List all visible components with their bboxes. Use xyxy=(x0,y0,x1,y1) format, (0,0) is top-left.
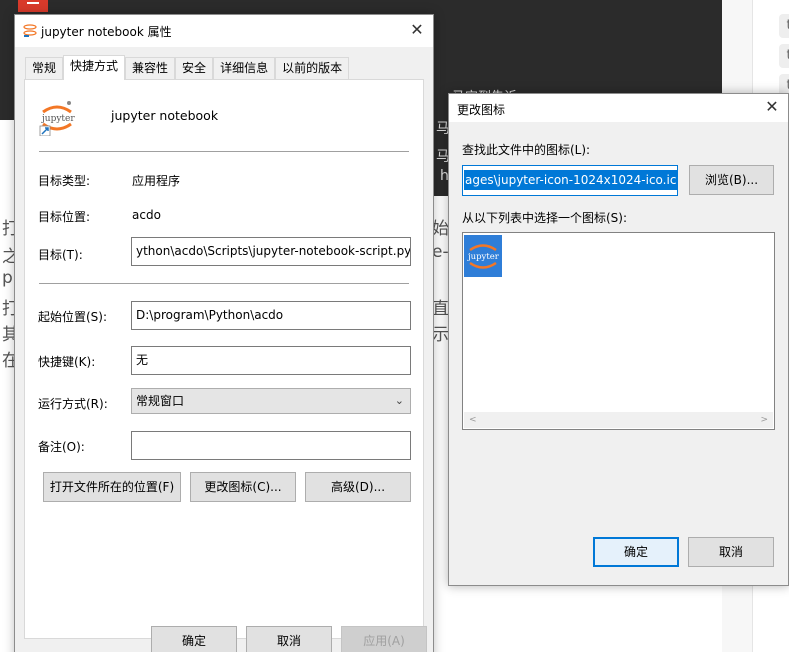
ok-button[interactable]: 确定 xyxy=(593,537,679,567)
jupyter-app-icon xyxy=(23,24,37,37)
cancel-button[interactable]: 取消 xyxy=(246,626,332,652)
horizontal-scrollbar[interactable]: < > xyxy=(464,412,773,428)
article-fragment: e- xyxy=(432,242,449,262)
shortcut-panel: jupyter jupyter notebook 目标类型: 应用程序 目标位置… xyxy=(24,79,424,639)
icon-file-value: ages\jupyter-icon-1024x1024-ico.ico xyxy=(464,170,677,190)
jupyter-icon-thumbnail[interactable]: jupyter xyxy=(464,235,502,277)
target-label: 目标(T): xyxy=(38,248,83,262)
tab-shortcut[interactable]: 快捷方式 xyxy=(63,55,126,80)
scroll-left-icon[interactable]: < xyxy=(469,412,477,428)
svg-text:jupyter: jupyter xyxy=(41,114,75,124)
properties-titlebar[interactable]: jupyter notebook 属性 ✕ xyxy=(15,15,433,47)
apply-button[interactable]: 应用(A) xyxy=(341,626,427,652)
icon-list[interactable]: jupyter < > xyxy=(462,232,775,430)
change-icon-titlebar[interactable]: 更改图标 ✕ xyxy=(449,94,788,122)
close-icon[interactable]: ✕ xyxy=(756,94,788,122)
change-icon-button[interactable]: 更改图标(C)... xyxy=(190,472,296,502)
target-type-label: 目标类型: xyxy=(38,174,91,188)
app-name: jupyter notebook xyxy=(111,108,219,123)
start-in-input[interactable]: D:\program\Python\acdo xyxy=(131,301,411,330)
icon-file-input[interactable]: ages\jupyter-icon-1024x1024-ico.ico xyxy=(462,165,678,196)
target-location-label: 目标位置: xyxy=(38,210,91,224)
divider xyxy=(39,151,409,152)
side-chip[interactable]: t xyxy=(779,44,789,68)
advanced-button[interactable]: 高级(D)... xyxy=(305,472,411,502)
change-icon-title: 更改图标 xyxy=(457,103,506,117)
properties-title: jupyter notebook 属性 xyxy=(41,25,172,39)
tab-security[interactable]: 安全 xyxy=(175,57,214,79)
side-chip[interactable]: t xyxy=(779,14,789,38)
close-icon[interactable]: ✕ xyxy=(401,15,433,47)
article-fragment: 始 xyxy=(432,219,449,239)
properties-dialog: jupyter notebook 属性 ✕ 常规 快捷方式 兼容性 安全 详细信… xyxy=(14,14,434,652)
cancel-button[interactable]: 取消 xyxy=(688,537,774,567)
back-button[interactable] xyxy=(18,0,48,12)
tab-previous-versions[interactable]: 以前的版本 xyxy=(275,57,350,79)
target-input[interactable]: ython\acdo\Scripts\jupyter-notebook-scri… xyxy=(131,237,411,266)
icon-list-label: 从以下列表中选择一个图标(S): xyxy=(462,211,628,225)
find-icon-label: 查找此文件中的图标(L): xyxy=(462,143,591,157)
jupyter-logo-icon: jupyter xyxy=(39,101,75,136)
run-select-value: 常规窗口 xyxy=(136,394,185,408)
target-type-value: 应用程序 xyxy=(132,174,181,188)
open-file-location-button[interactable]: 打开文件所在的位置(F) xyxy=(43,472,181,502)
tab-compatibility[interactable]: 兼容性 xyxy=(125,57,176,79)
scroll-right-icon[interactable]: > xyxy=(760,412,768,428)
ok-button[interactable]: 确定 xyxy=(151,626,237,652)
icon-caption: jupyter xyxy=(467,252,499,262)
run-label: 运行方式(R): xyxy=(38,397,108,411)
tab-details[interactable]: 详细信息 xyxy=(213,57,276,79)
start-in-label: 起始位置(S): xyxy=(38,310,108,324)
shortcut-key-input[interactable]: 无 xyxy=(131,346,411,375)
comment-input[interactable] xyxy=(131,431,411,460)
shortcut-key-label: 快捷键(K): xyxy=(38,355,96,369)
article-fragment: p xyxy=(2,268,13,288)
article-fragment: 直 xyxy=(432,299,449,319)
tab-general[interactable]: 常规 xyxy=(25,57,64,79)
change-icon-dialog: 更改图标 ✕ 查找此文件中的图标(L): ages\jupyter-icon-1… xyxy=(448,93,789,586)
divider xyxy=(39,283,409,284)
chevron-down-icon: ⌄ xyxy=(394,394,404,407)
run-select[interactable]: 常规窗口 ⌄ xyxy=(131,388,411,414)
target-location-value: acdo xyxy=(132,208,161,222)
comment-label: 备注(O): xyxy=(38,440,85,454)
tab-bar: 常规 快捷方式 兼容性 安全 详细信息 以前的版本 xyxy=(25,55,350,80)
browse-button[interactable]: 浏览(B)... xyxy=(689,165,774,195)
jupyter-logo-icon: jupyter xyxy=(467,244,499,269)
